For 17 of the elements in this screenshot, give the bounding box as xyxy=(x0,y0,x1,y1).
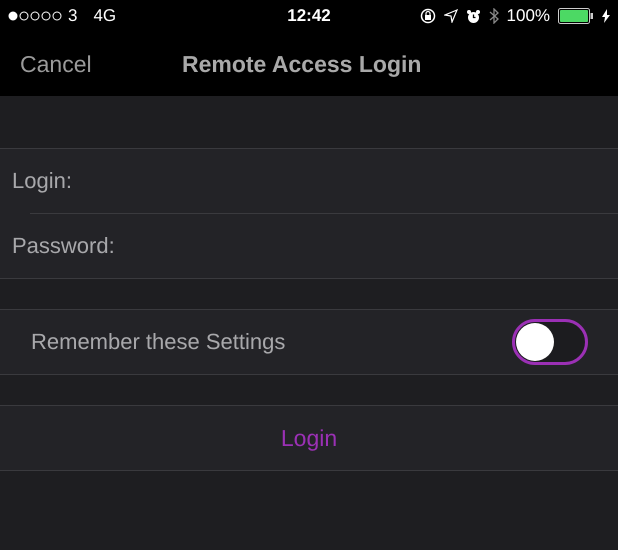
screen-title: Remote Access Login xyxy=(182,50,422,78)
alarm-icon xyxy=(466,8,481,24)
cancel-button[interactable]: Cancel xyxy=(20,50,182,78)
field-label: Password: xyxy=(12,233,115,259)
signal-icon xyxy=(8,11,64,21)
field-label: Login: xyxy=(12,168,72,194)
battery-icon xyxy=(558,8,594,24)
charging-icon xyxy=(602,9,610,23)
status-time: 12:42 xyxy=(287,6,331,26)
network-type: 4G xyxy=(93,6,116,26)
remember-toggle[interactable] xyxy=(512,319,588,365)
bluetooth-icon xyxy=(488,8,499,24)
battery-percent: 100% xyxy=(506,6,550,26)
carrier-name: 3 xyxy=(68,6,78,26)
remember-label: Remember these Settings xyxy=(31,329,286,355)
rotation-lock-icon xyxy=(420,8,436,24)
location-icon xyxy=(444,9,458,23)
